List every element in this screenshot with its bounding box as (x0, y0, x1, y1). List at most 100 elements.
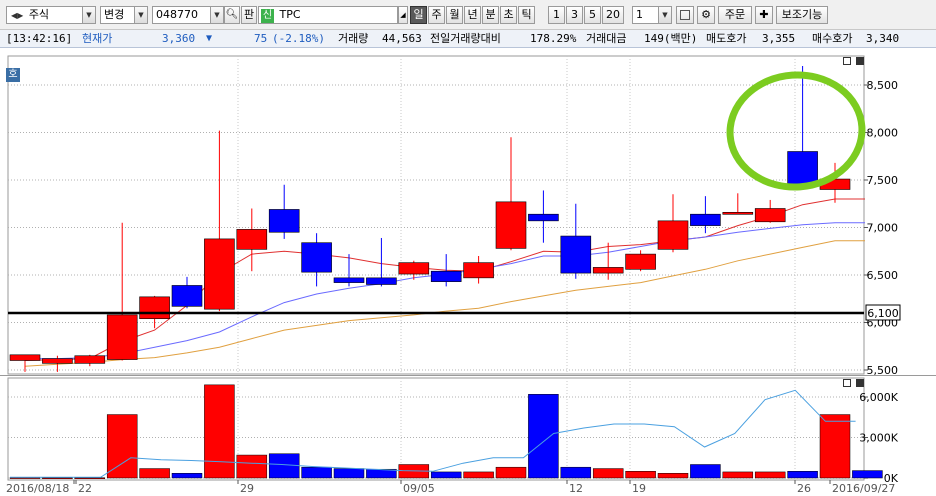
period-button[interactable]: 틱 (518, 6, 535, 24)
candle-body (42, 358, 73, 364)
volume-bar (819, 414, 851, 479)
candle-body (139, 296, 170, 320)
plate-button[interactable]: 판 (241, 6, 257, 24)
volume-bar (592, 468, 624, 479)
quote-time: [13:42:16] (6, 32, 73, 45)
reference-line-label: 6,100 (867, 307, 899, 320)
change-direction-icon: ▼ (206, 33, 213, 44)
period-button[interactable]: 일 (410, 6, 427, 24)
volume-bar (625, 471, 656, 479)
chevron-down-icon[interactable]: ▼ (82, 7, 95, 23)
aux-button-label: 보조기능 (781, 8, 823, 21)
volume-bar (204, 384, 235, 479)
period-button[interactable]: 년 (464, 6, 481, 24)
close-icon[interactable] (855, 57, 864, 65)
period-button[interactable]: 분 (482, 6, 499, 24)
candle-body (9, 354, 41, 361)
volume-chart[interactable]: 6,000K3,000K0K2016/08/18 22 29 09/05 12 19 26 2… (0, 376, 936, 496)
candle-body (268, 209, 300, 233)
interval-button[interactable]: 1 (548, 6, 565, 24)
move-icon: ✚ (759, 8, 769, 21)
change-select[interactable]: 변경 ▼ (100, 6, 148, 24)
count-input[interactable]: 1 ▼ (632, 6, 672, 24)
maximize-icon[interactable] (843, 379, 851, 387)
candle-body (463, 262, 494, 279)
candle-body (430, 270, 462, 282)
price-tick-label: 8,000 (867, 127, 899, 140)
quote-bar: [13:42:16] 현재가 3,360 ▼ 75 (-2.18%) 거래량 4… (0, 30, 936, 48)
volume-bar (560, 466, 592, 479)
order-button[interactable]: 주문 (718, 6, 752, 24)
corner-arrow-icon: ◢ (400, 11, 406, 19)
x-tick-label: 12 (569, 482, 583, 495)
close-icon[interactable] (855, 379, 864, 387)
period-button[interactable]: 초 (500, 6, 517, 24)
volume-bar (333, 468, 365, 479)
candle-body (690, 213, 721, 226)
volume-window-buttons (843, 379, 864, 389)
volume-bar (690, 464, 721, 479)
market-left-arrow-icon[interactable]: ◀▶ (11, 11, 23, 20)
volume-chart-panel[interactable]: 6,000K 3,000K 0K 2016/08/18 22 29 09/05 12 19 26 2… (0, 376, 936, 496)
volume-bar (430, 471, 462, 479)
plate-button-label: 판 (243, 8, 255, 21)
market-select[interactable]: ◀▶ 주식 ▼ (6, 6, 96, 24)
candle-body (722, 212, 754, 215)
stock-code-input[interactable]: 048770 ▼ (152, 6, 224, 24)
pin-button[interactable]: ◢ (398, 6, 408, 24)
x-tick-label: 22 (78, 482, 92, 495)
volume-bar (74, 477, 106, 479)
candle-body (495, 201, 527, 249)
ask-price: 3,355 (762, 32, 796, 45)
x-tick-label: 26 (797, 482, 811, 495)
market-select-value: 주식 (28, 8, 50, 21)
interval-button[interactable]: 5 (584, 6, 601, 24)
period-button[interactable]: 월 (446, 6, 463, 24)
x-tick-label: 09/05 (403, 482, 435, 495)
corner-tab[interactable]: 호 (6, 68, 20, 82)
search-button[interactable]: 🔍︎ (224, 6, 240, 24)
period-button[interactable]: 주 (428, 6, 445, 24)
price-tick-label: 7,500 (867, 174, 899, 187)
candle-body (528, 213, 559, 222)
candle-body (625, 253, 656, 270)
candle-body (204, 238, 235, 310)
price-chart-panel[interactable]: 8,500 8,000 7,500 7,000 6,500 6,000 5,500 6,100… (0, 48, 936, 377)
order-button-label: 주문 (724, 8, 746, 21)
stock-name: TPC (279, 8, 301, 21)
chevron-down-icon[interactable]: ▼ (134, 7, 147, 23)
price-tick-label: 5,500 (867, 364, 899, 376)
interval-button[interactable]: 3 (566, 6, 583, 24)
change-amount: 75 (254, 32, 268, 45)
gear-icon: ⚙ (701, 8, 711, 21)
change-select-label: 변경 (104, 8, 125, 21)
stock-code-value: 048770 (156, 8, 198, 21)
x-tick-label: 29 (240, 482, 254, 495)
volume-bar (463, 471, 494, 479)
volume-bar (301, 466, 332, 479)
new-badge: 신 (261, 9, 274, 23)
stock-name-field: 신 TPC (258, 6, 398, 24)
save-button[interactable] (676, 6, 694, 24)
volume-value: 44,563 (382, 32, 422, 45)
settings-button[interactable]: ⚙ (697, 6, 715, 24)
candle-body (787, 151, 818, 186)
chevron-down-icon[interactable]: ▼ (658, 7, 671, 23)
volume-bar (139, 468, 170, 479)
chevron-down-icon[interactable]: ▼ (210, 7, 223, 23)
interval-button[interactable]: 20 (602, 6, 624, 24)
aux-button[interactable]: 보조기능 (776, 6, 828, 24)
volume-bar (106, 414, 138, 479)
candle-body (236, 229, 268, 250)
candle-body (333, 277, 365, 283)
prev-volume-ratio: 178.29% (530, 32, 577, 45)
volume-bar (657, 473, 689, 479)
volume-bar (171, 473, 203, 479)
volume-label: 거래량 (338, 32, 369, 45)
move-button[interactable]: ✚ (755, 6, 773, 24)
price-chart[interactable]: 8,5008,0007,5007,0006,5006,0005,5006,100 (0, 48, 936, 377)
candle-body (398, 262, 430, 275)
bid-label: 매수호가 (812, 32, 853, 45)
x-tick-label: 19 (632, 482, 646, 495)
maximize-icon[interactable] (843, 57, 851, 65)
